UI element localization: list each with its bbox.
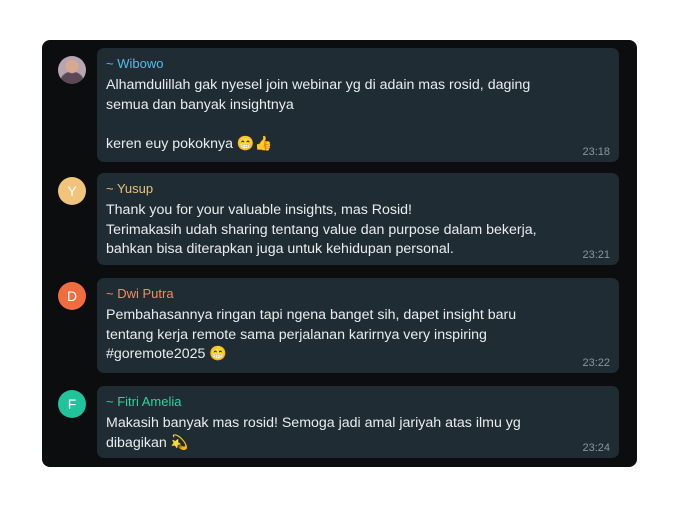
avatar-letter: F	[67, 396, 77, 412]
sender-name[interactable]: ~ Yusup	[106, 181, 567, 197]
message-text: Thank you for your valuable insights, ma…	[106, 202, 537, 257]
avatar[interactable]: Y	[58, 177, 86, 205]
sender-name[interactable]: ~ Fitri Amelia	[106, 394, 567, 410]
avatar-letter: Y	[67, 183, 77, 199]
message-time: 23:24	[582, 442, 610, 454]
avatar[interactable]: F	[58, 390, 86, 418]
chat-panel: ~ Wibowo Alhamdulillah gak nyesel join w…	[42, 40, 637, 467]
message-bubble[interactable]: ~ Dwi Putra Pembahasannya ringan tapi ng…	[97, 278, 619, 373]
sender-name[interactable]: ~ Dwi Putra	[106, 286, 567, 302]
message-bubble[interactable]: ~ Yusup Thank you for your valuable insi…	[97, 173, 619, 265]
avatar[interactable]	[58, 56, 86, 84]
message-text: Pembahasannya ringan tapi ngena banget s…	[106, 307, 517, 362]
message-bubble[interactable]: ~ Wibowo Alhamdulillah gak nyesel join w…	[97, 48, 619, 162]
message-time: 23:21	[582, 249, 610, 261]
message-bubble[interactable]: ~ Fitri Amelia Makasih banyak mas rosid!…	[97, 386, 619, 458]
avatar[interactable]: D	[58, 282, 86, 310]
message-text: Makasih banyak mas rosid! Semoga jadi am…	[106, 415, 521, 451]
message-time: 23:18	[582, 146, 610, 158]
sender-name[interactable]: ~ Wibowo	[106, 56, 567, 72]
message-text: Alhamdulillah gak nyesel join webinar yg…	[106, 77, 531, 152]
avatar-letter: D	[66, 288, 78, 304]
message-time: 23:22	[582, 357, 610, 369]
